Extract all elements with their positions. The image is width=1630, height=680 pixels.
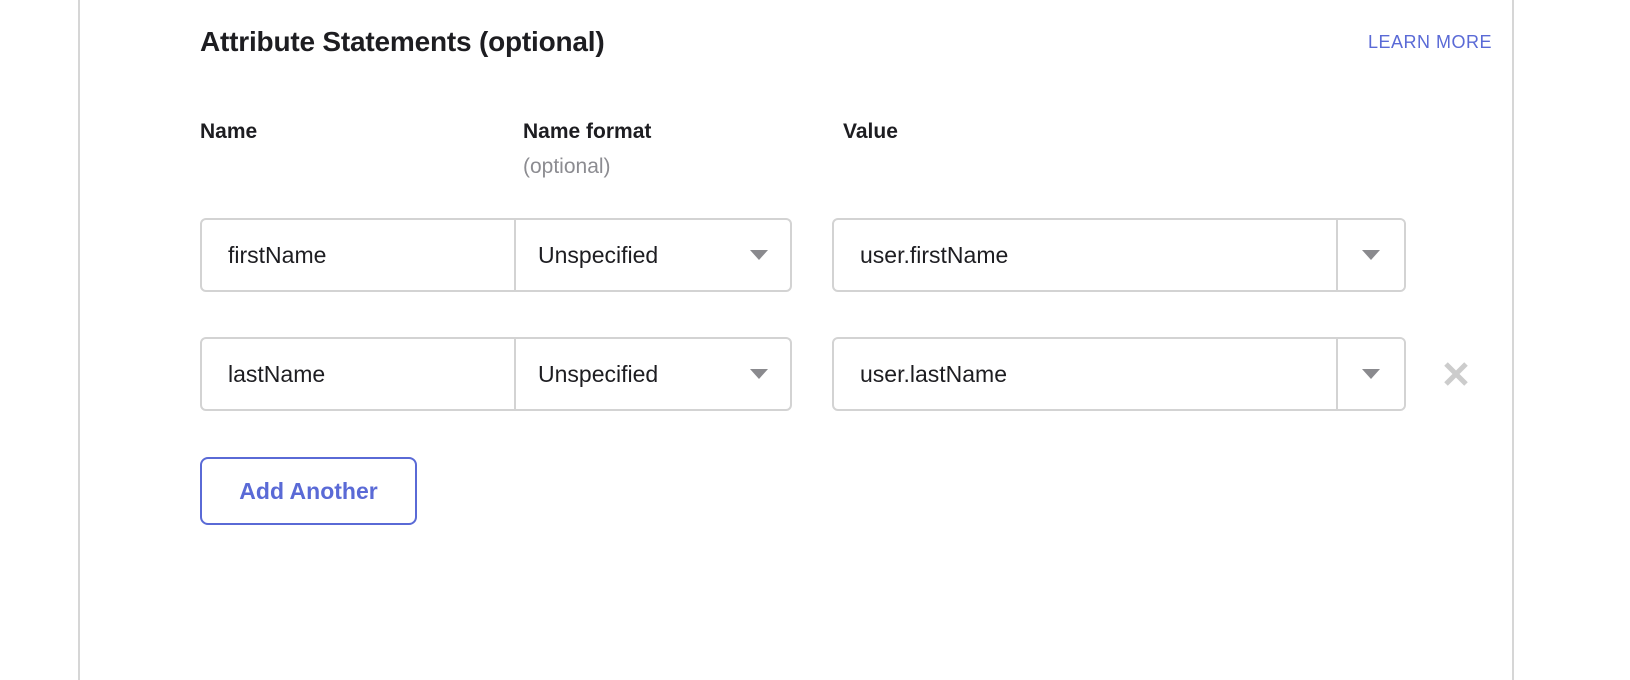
value-group: [832, 337, 1406, 411]
name-and-format-group: Unspecified: [200, 337, 792, 411]
attribute-value-input[interactable]: [834, 339, 1338, 409]
attribute-name-format-value: Unspecified: [538, 360, 659, 387]
column-header-name-format: Name format: [523, 120, 652, 143]
attribute-name-input[interactable]: [202, 339, 516, 409]
attribute-name-input[interactable]: [202, 220, 516, 290]
attribute-row: Unspecified: [200, 218, 1600, 292]
column-headers: Name Name format (optional) Value: [200, 120, 1492, 200]
add-another-button[interactable]: Add Another: [200, 457, 417, 525]
page-title: Attribute Statements (optional): [200, 26, 605, 57]
attribute-rows: Unspecified Unspecified: [200, 218, 1600, 456]
learn-more-link[interactable]: LEARN MORE: [1368, 32, 1492, 53]
attribute-value-dropdown-button[interactable]: [1338, 220, 1404, 290]
value-group: [832, 218, 1406, 292]
name-and-format-group: Unspecified: [200, 218, 792, 292]
column-header-name-format-optional: (optional): [523, 155, 611, 178]
attribute-name-format-value: Unspecified: [538, 241, 659, 268]
chevron-down-icon: [750, 369, 768, 379]
column-header-name: Name: [200, 120, 258, 143]
attribute-name-format-select[interactable]: Unspecified: [516, 220, 790, 290]
chevron-down-icon: [1362, 250, 1380, 260]
close-icon[interactable]: [1439, 357, 1473, 391]
chevron-down-icon: [750, 250, 768, 260]
chevron-down-icon: [1362, 369, 1380, 379]
attribute-row: Unspecified: [200, 337, 1600, 411]
attribute-name-format-select[interactable]: Unspecified: [516, 339, 790, 409]
attribute-value-input[interactable]: [834, 220, 1338, 290]
section-header: Attribute Statements (optional) LEARN MO…: [200, 26, 1492, 70]
attribute-value-dropdown-button[interactable]: [1338, 339, 1404, 409]
attribute-statements-card: Attribute Statements (optional) LEARN MO…: [78, 0, 1514, 680]
column-header-value: Value: [843, 120, 898, 143]
